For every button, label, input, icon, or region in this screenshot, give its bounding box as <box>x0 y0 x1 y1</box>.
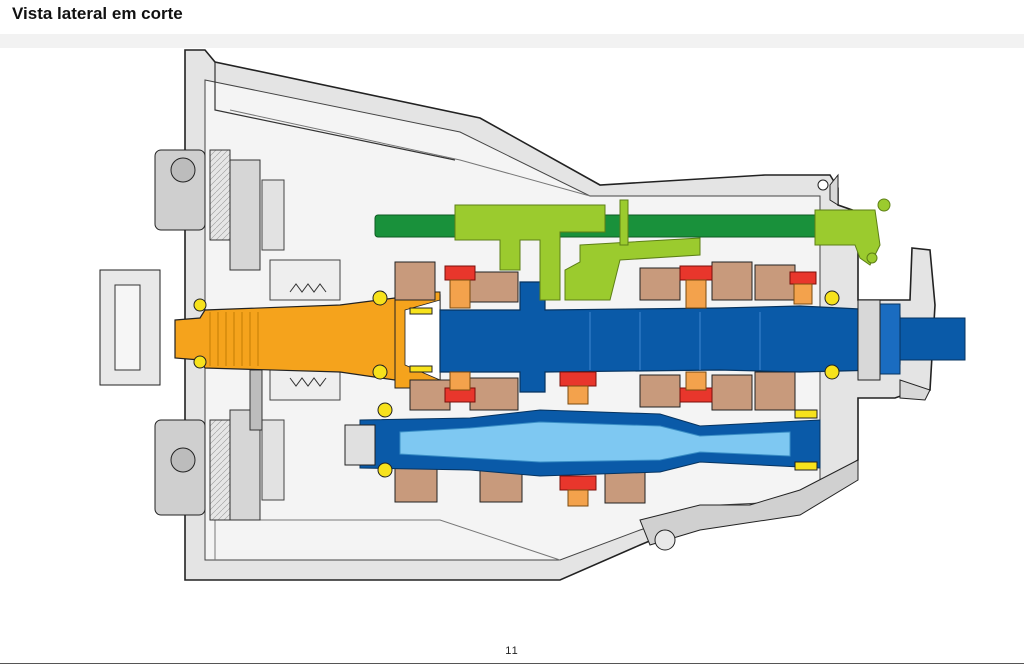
footer-rule <box>0 663 1024 664</box>
transmission-cross-section-diagram <box>99 49 966 581</box>
synchro-4 <box>789 271 817 305</box>
page-number: 11 <box>505 645 519 657</box>
